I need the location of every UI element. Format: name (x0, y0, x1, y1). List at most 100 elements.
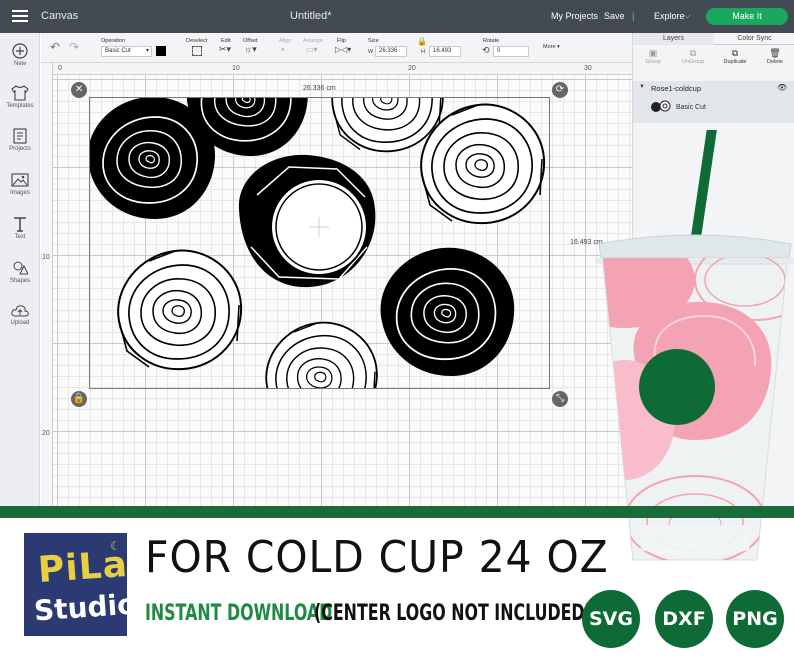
edit-toolbar: ↶ ↷ Operation Basic Cut ▾ Deselect Edit … (41, 33, 632, 63)
image-icon (11, 173, 29, 187)
ruler-tick-label: 20 (408, 65, 416, 72)
deselect-icon[interactable] (192, 46, 202, 56)
ruler-tick-label: 20 (42, 430, 50, 437)
ruler-tick-label: 30 (584, 65, 592, 72)
sidebar-item-label: Text (14, 234, 26, 240)
group-button[interactable]: ▣ Group (633, 48, 673, 65)
layer-name: Rose1-coldcup (651, 84, 702, 93)
sidebar-item-label: Shapes (9, 278, 31, 284)
operation-label: Operation (101, 38, 126, 44)
color-swatch[interactable] (156, 46, 166, 56)
lock-icon[interactable]: 🔒 (417, 37, 427, 46)
layer-row[interactable]: ▼ Rose1-coldcup 👁 Basic Cut (633, 81, 794, 123)
hamburger-menu-icon[interactable] (12, 10, 28, 23)
arrange-button[interactable]: Arrange (303, 38, 323, 44)
sidebar-item-label: Projects (9, 146, 31, 152)
sidebar-item-label: Templates (6, 103, 34, 109)
align-icon[interactable]: ⫶▾ (279, 45, 285, 55)
flip-button[interactable]: Flip (337, 38, 346, 44)
offset-icon[interactable]: ☼▾ (244, 44, 257, 55)
rotate-input[interactable]: 0 (493, 46, 529, 57)
top-app-bar: Canvas Untitled* My Projects Save | Expl… (0, 0, 794, 33)
logo-line2: Studio (32, 587, 138, 628)
shirt-icon (11, 85, 29, 101)
height-input[interactable]: 16.493 (429, 46, 461, 57)
rotate-label: Rotate (483, 38, 500, 44)
deselect-button[interactable]: Deselect (186, 38, 207, 44)
resize-handle-icon[interactable]: ⤡ (552, 391, 568, 407)
plus-circle-icon (12, 43, 28, 59)
flip-icon[interactable]: ▷◁▾ (335, 45, 351, 54)
instant-download-text: INSTANT DOWNLOAD (145, 601, 333, 626)
layer-thumbnail (651, 100, 671, 112)
tab-layers[interactable]: Layers (633, 33, 714, 45)
layer-operation: Basic Cut (676, 104, 706, 111)
duplicate-button[interactable]: ⧉ Duplicate (715, 48, 755, 65)
sidebar-item-text[interactable]: Text (0, 216, 40, 240)
tab-color-sync[interactable]: Color Sync (714, 33, 794, 45)
operation-select[interactable]: Basic Cut ▾ (101, 46, 152, 57)
text-icon (14, 217, 26, 232)
shapes-icon (13, 261, 28, 275)
eye-icon[interactable]: 👁 (777, 83, 787, 92)
rotate-icon: ⟲ (482, 45, 490, 55)
rotate-handle-icon[interactable]: ⟳ (552, 82, 568, 98)
delete-handle-close-icon[interactable]: ✕ (71, 82, 87, 98)
upload-icon (11, 305, 29, 317)
panel-tabs: Layers Color Sync (633, 33, 794, 45)
arrange-icon[interactable]: ▭▾ (306, 45, 318, 54)
undo-icon[interactable]: ↶ (50, 40, 60, 54)
width-dimension-label: 26.336 cm (303, 85, 336, 92)
delete-button[interactable]: 🗑 Delete (755, 48, 794, 65)
trash-icon: 🗑 (769, 48, 781, 58)
cup-lid (598, 234, 792, 259)
duplicate-label: Duplicate (723, 59, 747, 65)
ungroup-icon: ⧉ (689, 48, 697, 58)
chevron-down-icon[interactable]: ▼ (639, 84, 645, 90)
more-button[interactable]: More ▾ (543, 44, 560, 50)
group-icon: ▣ (648, 48, 658, 58)
ruler-left: 10 20 (41, 63, 53, 506)
sidebar-item-templates[interactable]: Templates (0, 85, 40, 109)
cold-cup-mockup (595, 130, 794, 561)
redo-icon[interactable]: ↷ (69, 40, 79, 54)
banner-strip (0, 506, 794, 518)
left-sidebar: New Templates Projects Images Text Shape… (0, 33, 40, 506)
cup-base (639, 525, 751, 557)
width-letter: W (368, 49, 374, 55)
selection-box (89, 97, 550, 389)
ungroup-label: UnGroup (681, 59, 705, 65)
width-input[interactable]: 26.336 (375, 46, 407, 57)
ruler-tick-label: 0 (58, 65, 62, 72)
align-button[interactable]: Align (279, 38, 291, 44)
operation-value: Basic Cut (105, 48, 131, 54)
sidebar-item-projects[interactable]: Projects (0, 128, 40, 152)
sidebar-item-new[interactable]: New (0, 43, 40, 67)
lock-handle-icon[interactable]: 🔒 (71, 391, 87, 407)
straw (691, 130, 717, 238)
sidebar-item-label: Images (10, 190, 30, 196)
format-badge-png: PNG (726, 590, 784, 648)
sidebar-item-label: Upload (10, 320, 30, 326)
ungroup-button[interactable]: ⧉ UnGroup (673, 48, 713, 65)
projects-icon (13, 128, 27, 144)
document-title[interactable]: Untitled* (290, 10, 332, 22)
sidebar-item-shapes[interactable]: Shapes (0, 260, 40, 284)
height-letter: H (421, 49, 425, 55)
save-link[interactable]: Save (604, 11, 625, 21)
explore-menu[interactable]: Explore (654, 11, 685, 21)
make-it-button[interactable]: Make It (706, 8, 788, 25)
sidebar-item-upload[interactable]: Upload (0, 304, 40, 326)
my-projects-link[interactable]: My Projects (551, 11, 598, 21)
group-label: Group (645, 59, 661, 65)
delete-label: Delete (767, 59, 783, 65)
duplicate-icon: ⧉ (731, 48, 739, 58)
scissors-icon[interactable]: ✂▾ (219, 44, 231, 55)
topbar-separator: | (632, 11, 635, 21)
banner-headline: FOR COLD CUP 24 OZ (145, 532, 609, 583)
chevron-down-icon[interactable]: ⌵ (684, 10, 691, 21)
chevron-down-icon: ▾ (145, 48, 149, 54)
sidebar-item-images[interactable]: Images (0, 172, 40, 196)
ruler-tick-label: 10 (232, 65, 240, 72)
size-label: Size (368, 38, 379, 44)
